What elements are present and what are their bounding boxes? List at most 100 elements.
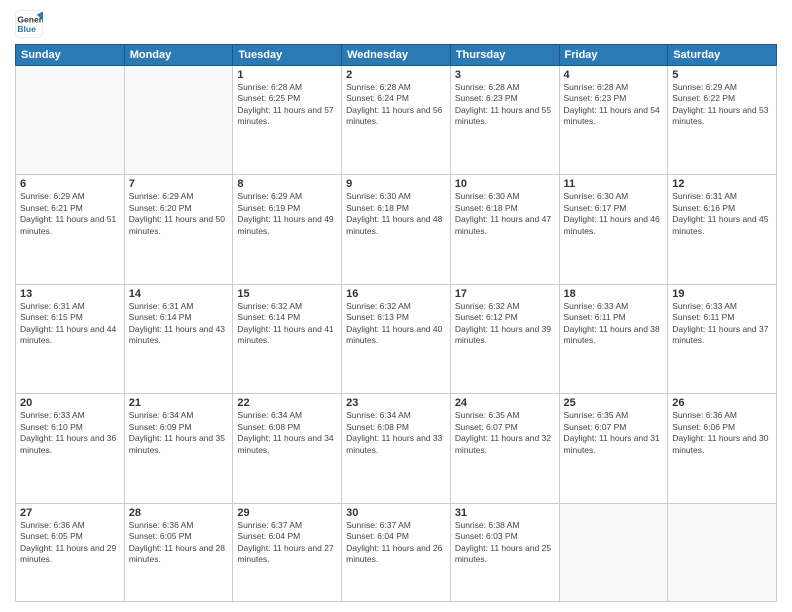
day-number: 24 [455,397,555,409]
calendar-cell: 24Sunrise: 6:35 AMSunset: 6:07 PMDayligh… [450,394,559,503]
calendar-header-row: SundayMondayTuesdayWednesdayThursdayFrid… [16,45,777,66]
day-number: 18 [564,288,664,300]
calendar-week-0: 1Sunrise: 6:28 AMSunset: 6:25 PMDaylight… [16,66,777,175]
day-number: 20 [20,397,120,409]
day-detail: Sunrise: 6:29 AMSunset: 6:20 PMDaylight:… [129,191,229,237]
day-detail: Sunrise: 6:37 AMSunset: 6:04 PMDaylight:… [237,520,337,566]
calendar-cell: 21Sunrise: 6:34 AMSunset: 6:09 PMDayligh… [124,394,233,503]
day-detail: Sunrise: 6:30 AMSunset: 6:18 PMDaylight:… [455,191,555,237]
day-detail: Sunrise: 6:29 AMSunset: 6:21 PMDaylight:… [20,191,120,237]
day-detail: Sunrise: 6:35 AMSunset: 6:07 PMDaylight:… [455,410,555,456]
day-number: 21 [129,397,229,409]
day-number: 10 [455,178,555,190]
day-detail: Sunrise: 6:33 AMSunset: 6:10 PMDaylight:… [20,410,120,456]
day-number: 8 [237,178,337,190]
calendar-cell: 22Sunrise: 6:34 AMSunset: 6:08 PMDayligh… [233,394,342,503]
day-number: 13 [20,288,120,300]
day-detail: Sunrise: 6:36 AMSunset: 6:06 PMDaylight:… [672,410,772,456]
day-detail: Sunrise: 6:33 AMSunset: 6:11 PMDaylight:… [564,301,664,347]
day-detail: Sunrise: 6:29 AMSunset: 6:22 PMDaylight:… [672,82,772,128]
day-number: 17 [455,288,555,300]
day-number: 19 [672,288,772,300]
day-number: 12 [672,178,772,190]
calendar-cell: 12Sunrise: 6:31 AMSunset: 6:16 PMDayligh… [668,175,777,284]
day-detail: Sunrise: 6:35 AMSunset: 6:07 PMDaylight:… [564,410,664,456]
calendar-cell: 30Sunrise: 6:37 AMSunset: 6:04 PMDayligh… [342,503,451,601]
day-detail: Sunrise: 6:32 AMSunset: 6:14 PMDaylight:… [237,301,337,347]
calendar-cell: 28Sunrise: 6:36 AMSunset: 6:05 PMDayligh… [124,503,233,601]
day-detail: Sunrise: 6:28 AMSunset: 6:24 PMDaylight:… [346,82,446,128]
calendar-cell: 23Sunrise: 6:34 AMSunset: 6:08 PMDayligh… [342,394,451,503]
calendar-week-3: 20Sunrise: 6:33 AMSunset: 6:10 PMDayligh… [16,394,777,503]
day-header-monday: Monday [124,45,233,66]
day-number: 29 [237,507,337,519]
day-detail: Sunrise: 6:38 AMSunset: 6:03 PMDaylight:… [455,520,555,566]
day-detail: Sunrise: 6:31 AMSunset: 6:16 PMDaylight:… [672,191,772,237]
day-detail: Sunrise: 6:32 AMSunset: 6:12 PMDaylight:… [455,301,555,347]
calendar-cell [559,503,668,601]
day-detail: Sunrise: 6:30 AMSunset: 6:18 PMDaylight:… [346,191,446,237]
day-number: 25 [564,397,664,409]
calendar-cell: 4Sunrise: 6:28 AMSunset: 6:23 PMDaylight… [559,66,668,175]
day-number: 3 [455,69,555,81]
day-number: 7 [129,178,229,190]
logo-icon: General Blue [15,10,43,38]
day-number: 26 [672,397,772,409]
day-detail: Sunrise: 6:28 AMSunset: 6:25 PMDaylight:… [237,82,337,128]
calendar-week-1: 6Sunrise: 6:29 AMSunset: 6:21 PMDaylight… [16,175,777,284]
calendar-cell: 11Sunrise: 6:30 AMSunset: 6:17 PMDayligh… [559,175,668,284]
calendar-cell [668,503,777,601]
day-detail: Sunrise: 6:31 AMSunset: 6:14 PMDaylight:… [129,301,229,347]
calendar-cell: 29Sunrise: 6:37 AMSunset: 6:04 PMDayligh… [233,503,342,601]
day-number: 2 [346,69,446,81]
day-header-thursday: Thursday [450,45,559,66]
day-number: 31 [455,507,555,519]
day-header-sunday: Sunday [16,45,125,66]
calendar-cell: 15Sunrise: 6:32 AMSunset: 6:14 PMDayligh… [233,284,342,393]
calendar-body: 1Sunrise: 6:28 AMSunset: 6:25 PMDaylight… [16,66,777,602]
day-detail: Sunrise: 6:36 AMSunset: 6:05 PMDaylight:… [129,520,229,566]
day-detail: Sunrise: 6:34 AMSunset: 6:08 PMDaylight:… [346,410,446,456]
day-detail: Sunrise: 6:36 AMSunset: 6:05 PMDaylight:… [20,520,120,566]
header: General Blue [15,10,777,38]
calendar-week-2: 13Sunrise: 6:31 AMSunset: 6:15 PMDayligh… [16,284,777,393]
svg-text:Blue: Blue [17,24,36,34]
day-detail: Sunrise: 6:29 AMSunset: 6:19 PMDaylight:… [237,191,337,237]
logo: General Blue [15,10,43,38]
calendar-week-4: 27Sunrise: 6:36 AMSunset: 6:05 PMDayligh… [16,503,777,601]
day-number: 9 [346,178,446,190]
day-detail: Sunrise: 6:34 AMSunset: 6:08 PMDaylight:… [237,410,337,456]
calendar-cell: 6Sunrise: 6:29 AMSunset: 6:21 PMDaylight… [16,175,125,284]
day-number: 14 [129,288,229,300]
calendar-cell: 8Sunrise: 6:29 AMSunset: 6:19 PMDaylight… [233,175,342,284]
day-detail: Sunrise: 6:30 AMSunset: 6:17 PMDaylight:… [564,191,664,237]
calendar-cell: 3Sunrise: 6:28 AMSunset: 6:23 PMDaylight… [450,66,559,175]
calendar-cell: 9Sunrise: 6:30 AMSunset: 6:18 PMDaylight… [342,175,451,284]
calendar-cell: 1Sunrise: 6:28 AMSunset: 6:25 PMDaylight… [233,66,342,175]
day-number: 28 [129,507,229,519]
calendar-cell: 13Sunrise: 6:31 AMSunset: 6:15 PMDayligh… [16,284,125,393]
calendar-cell [16,66,125,175]
calendar-cell: 14Sunrise: 6:31 AMSunset: 6:14 PMDayligh… [124,284,233,393]
calendar-cell [124,66,233,175]
calendar-cell: 25Sunrise: 6:35 AMSunset: 6:07 PMDayligh… [559,394,668,503]
calendar-cell: 18Sunrise: 6:33 AMSunset: 6:11 PMDayligh… [559,284,668,393]
calendar-cell: 7Sunrise: 6:29 AMSunset: 6:20 PMDaylight… [124,175,233,284]
day-number: 4 [564,69,664,81]
day-header-saturday: Saturday [668,45,777,66]
calendar-cell: 19Sunrise: 6:33 AMSunset: 6:11 PMDayligh… [668,284,777,393]
day-number: 15 [237,288,337,300]
day-number: 11 [564,178,664,190]
calendar-cell: 16Sunrise: 6:32 AMSunset: 6:13 PMDayligh… [342,284,451,393]
day-header-friday: Friday [559,45,668,66]
day-detail: Sunrise: 6:31 AMSunset: 6:15 PMDaylight:… [20,301,120,347]
calendar-cell: 10Sunrise: 6:30 AMSunset: 6:18 PMDayligh… [450,175,559,284]
day-header-tuesday: Tuesday [233,45,342,66]
page: General Blue SundayMondayTuesdayWednesda… [0,0,792,612]
day-number: 6 [20,178,120,190]
day-number: 30 [346,507,446,519]
day-detail: Sunrise: 6:33 AMSunset: 6:11 PMDaylight:… [672,301,772,347]
day-detail: Sunrise: 6:28 AMSunset: 6:23 PMDaylight:… [455,82,555,128]
calendar-cell: 17Sunrise: 6:32 AMSunset: 6:12 PMDayligh… [450,284,559,393]
day-detail: Sunrise: 6:34 AMSunset: 6:09 PMDaylight:… [129,410,229,456]
